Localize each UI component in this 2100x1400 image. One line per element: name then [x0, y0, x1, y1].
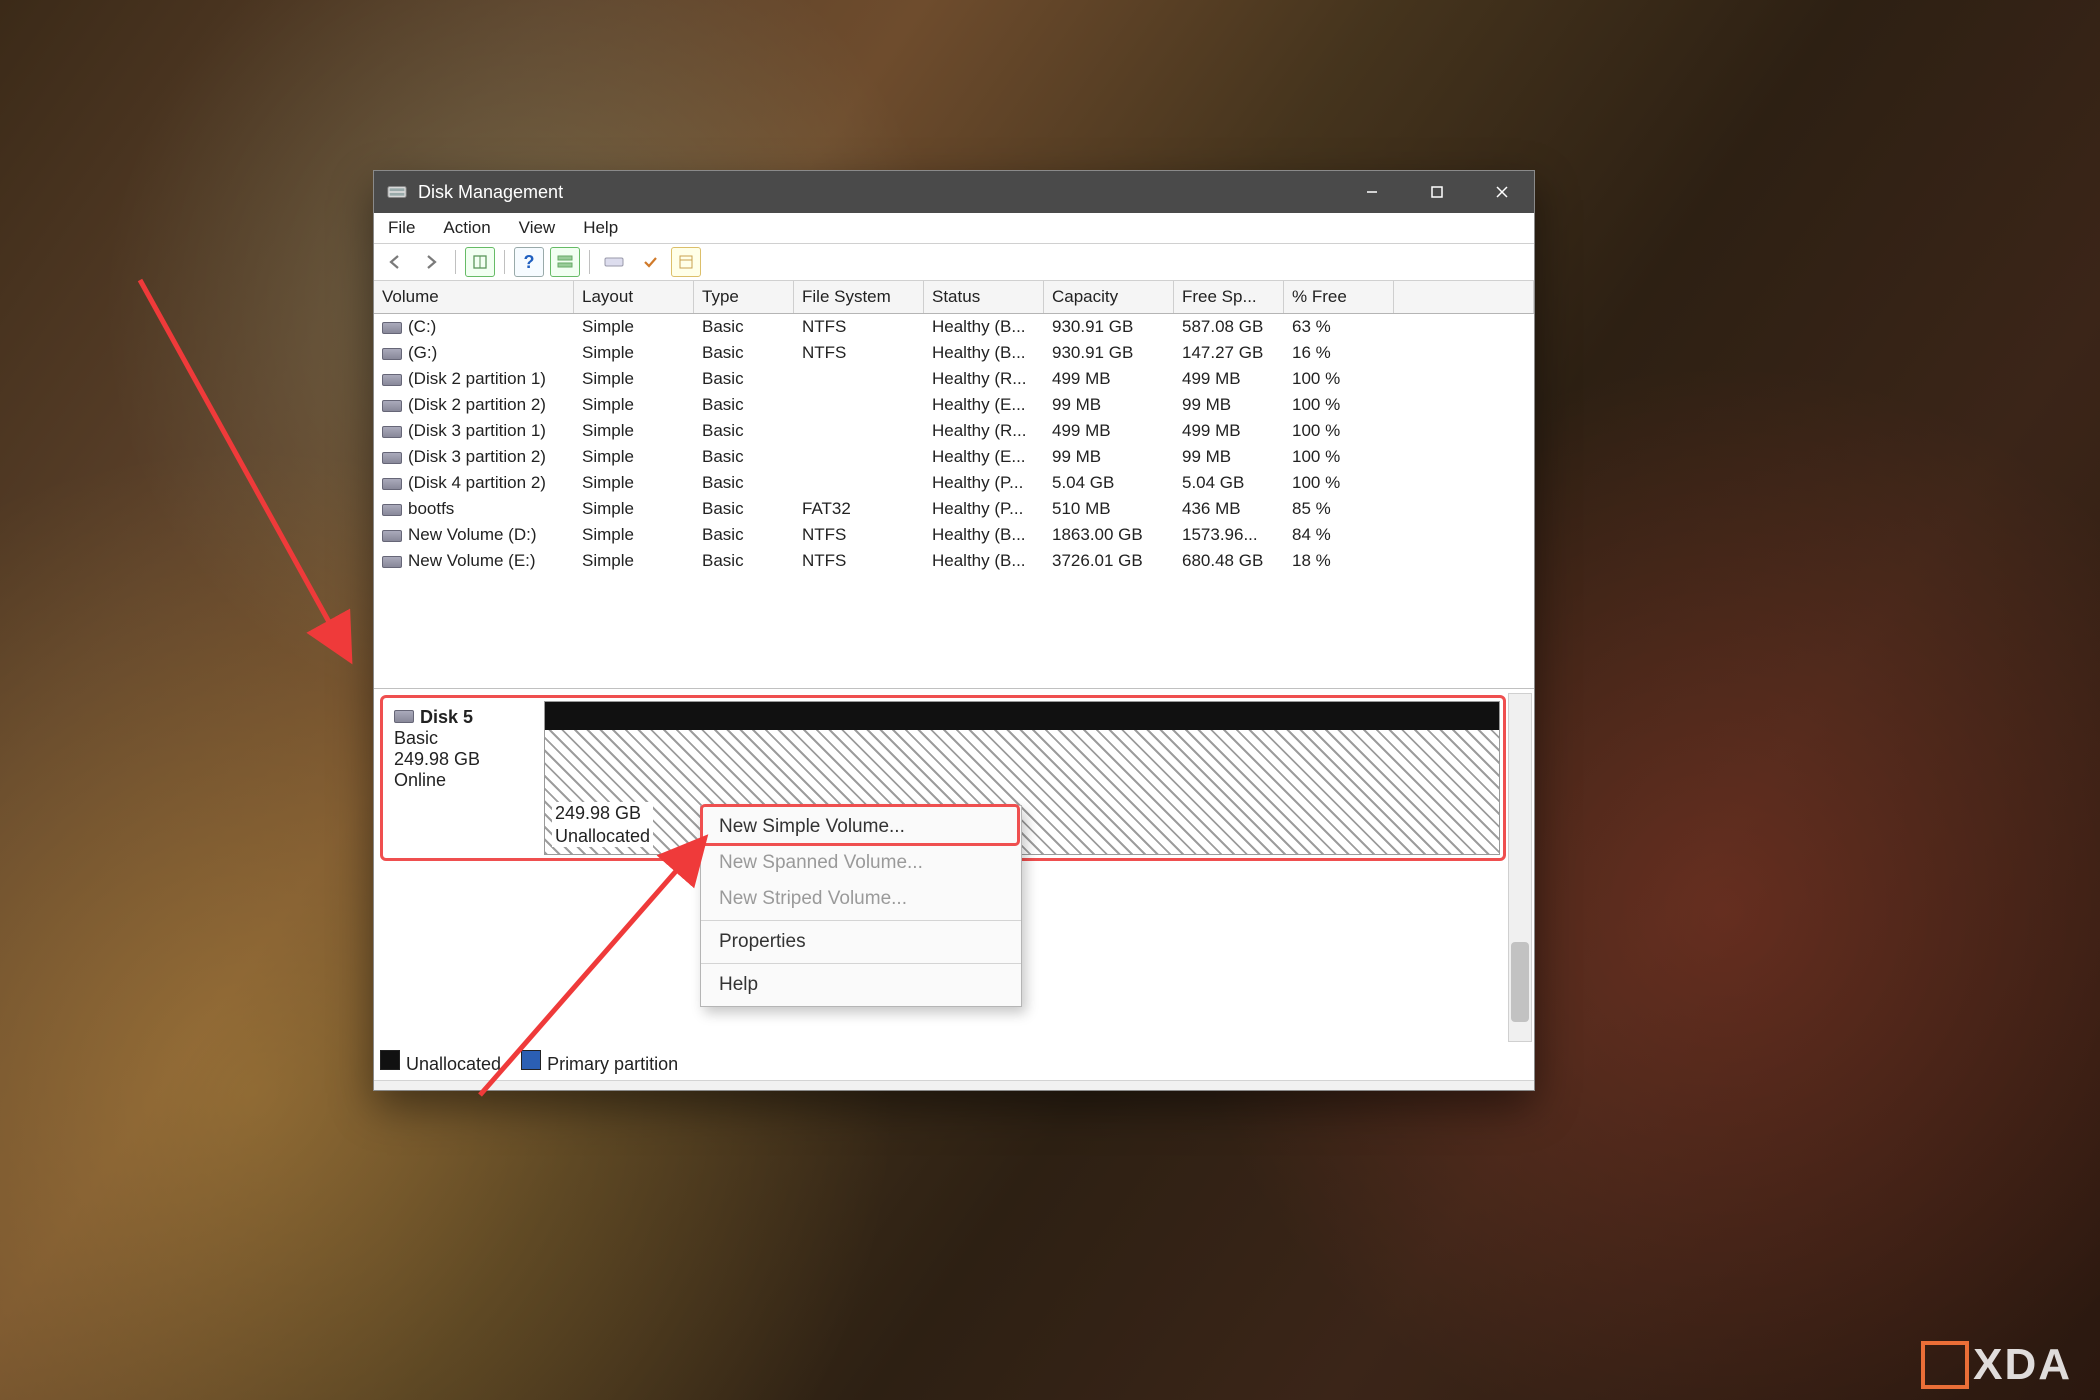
volume-list[interactable]: (C:)SimpleBasicNTFSHealthy (B...930.91 G…	[374, 314, 1534, 688]
window-title: Disk Management	[418, 182, 563, 203]
volume-icon	[382, 452, 402, 464]
toolbar: ?	[374, 244, 1534, 281]
drive-button[interactable]	[599, 247, 629, 277]
back-button[interactable]	[380, 247, 410, 277]
volume-list-header: Volume Layout Type File System Status Ca…	[374, 281, 1534, 314]
col-volume[interactable]: Volume	[374, 281, 574, 313]
ctx-new-spanned-volume: New Spanned Volume...	[701, 845, 1021, 881]
table-row[interactable]: (Disk 3 partition 1)SimpleBasicHealthy (…	[374, 418, 1534, 444]
disk-name: Disk 5	[420, 707, 473, 727]
volume-icon	[382, 530, 402, 542]
table-row[interactable]: (G:)SimpleBasicNTFSHealthy (B...930.91 G…	[374, 340, 1534, 366]
menu-help[interactable]: Help	[569, 213, 632, 243]
ctx-separator	[701, 920, 1021, 921]
annotation-arrow-1	[120, 260, 380, 680]
ctx-separator	[701, 963, 1021, 964]
disk-header-bar	[545, 702, 1499, 730]
menu-action[interactable]: Action	[429, 213, 504, 243]
desktop-background: Disk Management File Action View Help	[0, 0, 2100, 1400]
table-row[interactable]: bootfsSimpleBasicFAT32Healthy (P...510 M…	[374, 496, 1534, 522]
col-filesystem[interactable]: File System	[794, 281, 924, 313]
ctx-new-simple-volume[interactable]: New Simple Volume...	[701, 809, 1021, 845]
col-layout[interactable]: Layout	[574, 281, 694, 313]
menu-bar: File Action View Help	[374, 213, 1534, 244]
disk-5-graph: 249.98 GB Unallocated	[544, 701, 1500, 855]
volume-icon	[382, 348, 402, 360]
scrollbar-thumb[interactable]	[1511, 942, 1529, 1022]
col-freespace[interactable]: Free Sp...	[1174, 281, 1284, 313]
graphical-scrollbar[interactable]	[1508, 693, 1532, 1042]
table-row[interactable]: New Volume (E:)SimpleBasicNTFSHealthy (B…	[374, 548, 1534, 574]
volume-icon	[382, 556, 402, 568]
swatch-unallocated-icon	[380, 1050, 400, 1070]
close-button[interactable]	[1469, 171, 1534, 213]
ctx-new-striped-volume: New Striped Volume...	[701, 881, 1021, 917]
volume-icon	[382, 374, 402, 386]
col-status[interactable]: Status	[924, 281, 1044, 313]
table-row[interactable]: (Disk 2 partition 1)SimpleBasicHealthy (…	[374, 366, 1534, 392]
minimize-button[interactable]	[1339, 171, 1404, 213]
volume-icon	[382, 504, 402, 516]
status-bar	[374, 1080, 1534, 1090]
properties-button[interactable]	[671, 247, 701, 277]
table-row[interactable]: (C:)SimpleBasicNTFSHealthy (B...930.91 G…	[374, 314, 1534, 340]
refresh-button[interactable]	[465, 247, 495, 277]
help-button[interactable]: ?	[514, 247, 544, 277]
volume-icon	[382, 426, 402, 438]
disk-status: Online	[394, 770, 536, 791]
unallocated-label: 249.98 GB Unallocated	[552, 802, 653, 847]
menu-view[interactable]: View	[505, 213, 570, 243]
table-row[interactable]: New Volume (D:)SimpleBasicNTFSHealthy (B…	[374, 522, 1534, 548]
swatch-primary-icon	[521, 1050, 541, 1070]
col-pctfree[interactable]: % Free	[1284, 281, 1394, 313]
watermark-icon	[1921, 1341, 1969, 1389]
disk-5-meta[interactable]: Disk 5 Basic 249.98 GB Online	[386, 701, 544, 855]
volume-icon	[382, 478, 402, 490]
menu-file[interactable]: File	[374, 213, 429, 243]
volume-list-button[interactable]	[550, 247, 580, 277]
watermark: XDA	[1921, 1340, 2072, 1390]
volume-icon	[382, 400, 402, 412]
ctx-help[interactable]: Help	[701, 967, 1021, 1003]
ctx-properties[interactable]: Properties	[701, 924, 1021, 960]
table-row[interactable]: (Disk 4 partition 2)SimpleBasicHealthy (…	[374, 470, 1534, 496]
unallocated-region[interactable]: 249.98 GB Unallocated	[545, 730, 1499, 854]
app-icon	[386, 181, 408, 203]
table-row[interactable]: (Disk 2 partition 2)SimpleBasicHealthy (…	[374, 392, 1534, 418]
col-capacity[interactable]: Capacity	[1044, 281, 1174, 313]
legend-primary: Primary partition	[521, 1050, 678, 1075]
disk-capacity: 249.98 GB	[394, 749, 536, 770]
disk-type: Basic	[394, 728, 536, 749]
legend-unallocated: Unallocated	[380, 1050, 501, 1075]
titlebar[interactable]: Disk Management	[374, 171, 1534, 213]
forward-button[interactable]	[416, 247, 446, 277]
table-row[interactable]: (Disk 3 partition 2)SimpleBasicHealthy (…	[374, 444, 1534, 470]
context-menu: New Simple Volume... New Spanned Volume.…	[700, 805, 1022, 1007]
volume-icon	[382, 322, 402, 334]
legend-bar: Unallocated Primary partition	[380, 1048, 1528, 1076]
disk-icon	[394, 710, 414, 723]
action-check-button[interactable]	[635, 247, 665, 277]
col-type[interactable]: Type	[694, 281, 794, 313]
maximize-button[interactable]	[1404, 171, 1469, 213]
